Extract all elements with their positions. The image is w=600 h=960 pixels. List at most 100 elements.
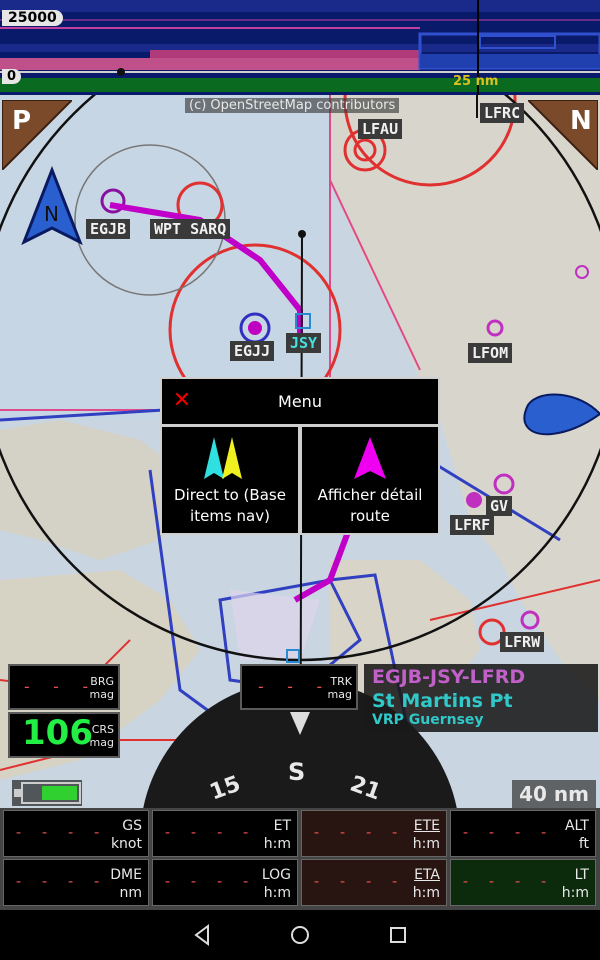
- lt-value: - - - -: [461, 872, 553, 890]
- gs-label: GS knot: [111, 817, 142, 853]
- navaid-label-jsy[interactable]: JSY: [286, 333, 322, 353]
- airport-label-lfom[interactable]: LFOM: [468, 343, 513, 363]
- eta-label-unit: h:m: [412, 885, 440, 901]
- gs-label-name: GS: [122, 818, 142, 834]
- back-icon[interactable]: [189, 922, 215, 948]
- dme-label-name: DME: [110, 867, 142, 883]
- et-label: ET h:m: [264, 817, 291, 853]
- trk-unit-line2: mag: [327, 688, 352, 701]
- log-label-name: LOG: [261, 867, 291, 883]
- ete-label-name: ETE: [413, 818, 440, 834]
- alt-value: - - - -: [461, 823, 553, 841]
- crs-unit-line1: CRS: [91, 723, 114, 736]
- battery-graphic: [12, 780, 82, 806]
- profile-toggle-button[interactable]: P: [1, 99, 75, 173]
- route-detail-icon: [354, 437, 386, 479]
- airport-label-lfau[interactable]: LFAU: [358, 119, 403, 139]
- brg-unit-line2: mag: [89, 688, 114, 701]
- profile-min-altitude: 0: [2, 69, 22, 84]
- eta-value: - - - -: [312, 872, 404, 890]
- direct-to-label-line1: Direct to (Base: [174, 486, 286, 504]
- alt-label: ALT ft: [565, 817, 589, 853]
- alt-label-name: ALT: [564, 818, 589, 834]
- close-icon[interactable]: ✕: [170, 389, 194, 413]
- battery-icon: [12, 780, 82, 806]
- corner-left-letter: P: [12, 106, 32, 136]
- menu-header: ✕ Menu: [162, 379, 438, 424]
- trk-unit-line1: TRK: [330, 675, 352, 688]
- menu-dialog: ✕ Menu Direct to (Base items nav) Affich…: [160, 377, 440, 535]
- route-detail-button[interactable]: Afficher détail route: [302, 427, 438, 533]
- eta-cell[interactable]: - - - - ETA h:m: [301, 859, 447, 906]
- corner-right-letter: N: [570, 106, 592, 136]
- brg-unit: BRG mag: [90, 675, 114, 701]
- direct-to-label-line2: items nav): [190, 507, 270, 525]
- profile-distance: 25 nm: [453, 74, 499, 89]
- lt-cell[interactable]: - - - - LT h:m: [450, 859, 596, 906]
- data-grid: - - - - GS knot - - - - ET h:m - - - - ETE…: [0, 808, 600, 910]
- ete-label-unit: h:m: [412, 836, 440, 852]
- dme-label: DME nm: [110, 866, 142, 902]
- next-waypoint-description: VRP Guernsey: [372, 712, 484, 728]
- lt-label-name: LT: [574, 867, 589, 883]
- et-label-unit: h:m: [263, 836, 291, 852]
- ete-label: ETE h:m: [413, 817, 440, 853]
- crs-value: 106: [22, 713, 93, 753]
- menu-title: Menu: [278, 392, 322, 411]
- log-cell[interactable]: - - - - LOG h:m: [152, 859, 298, 906]
- gs-cell[interactable]: - - - - GS knot: [3, 810, 149, 857]
- dme-cell[interactable]: - - - - DME nm: [3, 859, 149, 906]
- profile-graphics: [0, 0, 600, 95]
- et-cell[interactable]: - - - - ET h:m: [152, 810, 298, 857]
- airport-label-lfrc[interactable]: LFRC: [480, 103, 525, 123]
- dme-value: - - - -: [14, 872, 106, 890]
- log-label: LOG h:m: [262, 866, 291, 902]
- airport-label-egjb[interactable]: EGJB: [86, 219, 131, 239]
- airport-label-egjj[interactable]: EGJJ: [230, 341, 275, 361]
- route-detail-label-line2: route: [350, 507, 390, 525]
- recents-icon[interactable]: [385, 922, 411, 948]
- trk-indicator[interactable]: - - - TRK mag: [240, 664, 358, 710]
- map-scale[interactable]: 40 nm: [512, 780, 596, 808]
- airport-label-lfrf[interactable]: LFRF: [450, 515, 495, 535]
- alt-label-unit: ft: [578, 836, 589, 852]
- ete-value: - - - -: [312, 823, 404, 841]
- vertical-profile[interactable]: 25000 0 25 nm: [0, 0, 600, 95]
- north-toggle-button[interactable]: N: [525, 99, 599, 173]
- map-attribution: (c) OpenStreetMap contributors: [185, 98, 400, 113]
- route-info-panel[interactable]: EGJB-JSY-LFRD St Martins Pt VRP Guernsey: [364, 664, 598, 732]
- dme-label-unit: nm: [119, 885, 142, 901]
- crs-indicator[interactable]: 106 CRS mag: [8, 712, 120, 758]
- direct-to-label: Direct to (Base items nav): [162, 485, 298, 527]
- et-value: - - - -: [163, 823, 255, 841]
- route-detail-label-line1: Afficher détail: [317, 486, 423, 504]
- app-screen: (c) OpenStreetMap contributors LFAU LFRC…: [0, 0, 600, 960]
- lt-label-unit: h:m: [561, 885, 589, 901]
- ete-cell[interactable]: - - - - ETE h:m: [301, 810, 447, 857]
- profile-max-altitude: 25000: [2, 10, 63, 26]
- brg-value: - - -: [22, 677, 96, 696]
- north-arrow-letter: N: [44, 202, 59, 226]
- next-waypoint-name: St Martins Pt: [372, 690, 513, 712]
- android-nav-bar: [0, 910, 600, 960]
- gs-value: - - - -: [14, 823, 106, 841]
- direct-to-icon: [204, 437, 242, 479]
- brg-indicator[interactable]: - - - BRG mag: [8, 664, 120, 710]
- compass-south: S: [288, 758, 306, 786]
- trk-unit: TRK mag: [328, 675, 352, 701]
- crs-unit: CRS mag: [90, 723, 114, 749]
- crs-unit-line2: mag: [89, 736, 114, 749]
- gs-label-unit: knot: [110, 836, 142, 852]
- route-title: EGJB-JSY-LFRD: [372, 666, 526, 688]
- eta-label: ETA h:m: [413, 866, 440, 902]
- direct-to-button[interactable]: Direct to (Base items nav): [162, 427, 298, 533]
- eta-label-name: ETA: [414, 867, 440, 883]
- route-detail-label: Afficher détail route: [302, 485, 438, 527]
- brg-unit-line1: BRG: [90, 675, 114, 688]
- home-icon[interactable]: [287, 922, 313, 948]
- waypoint-label-sarq[interactable]: WPT SARQ: [150, 219, 231, 239]
- navaid-label-gv[interactable]: GV: [486, 496, 513, 516]
- airport-label-lfrw[interactable]: LFRW: [500, 632, 545, 652]
- trk-value: - - -: [256, 677, 330, 696]
- alt-cell[interactable]: - - - - ALT ft: [450, 810, 596, 857]
